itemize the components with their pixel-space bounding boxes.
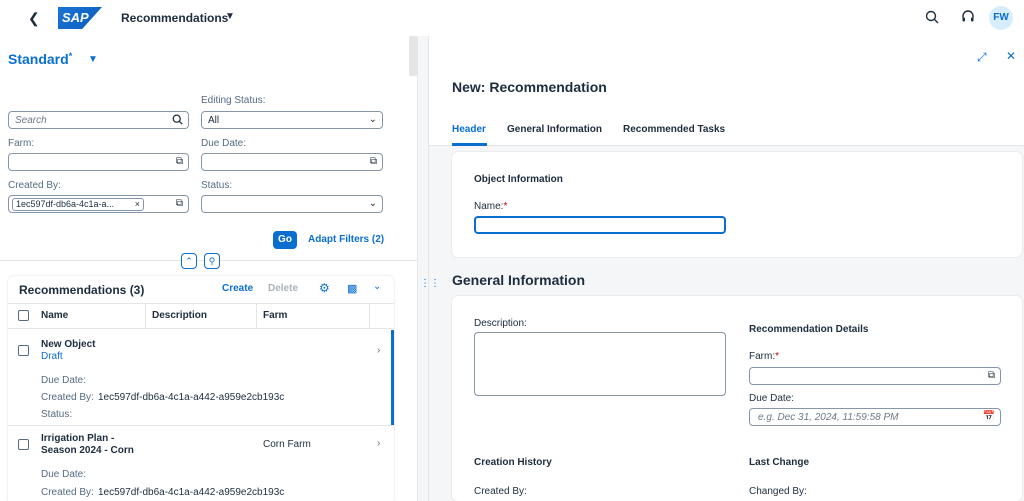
changed-by-label: Changed By:	[749, 486, 807, 497]
filter-token[interactable]: 1ec597df-db6a-4c1a-a... ×	[12, 198, 144, 211]
row-checkbox[interactable]	[18, 439, 29, 450]
help-headset-icon[interactable]	[960, 10, 976, 26]
column-header-farm[interactable]: Farm	[263, 310, 287, 321]
value-help-icon[interactable]: ⧉	[176, 198, 183, 209]
row-name-line1: Irrigation Plan -	[41, 433, 115, 444]
object-information-heading: Object Information	[474, 174, 563, 185]
object-information-card	[452, 152, 1022, 257]
page-title: New: Recommendation	[452, 79, 607, 95]
name-label: Name:*	[474, 201, 508, 212]
value-help-icon[interactable]: ⧉	[176, 156, 183, 167]
editing-status-select[interactable]: All ⌄	[201, 111, 383, 129]
due-date-label: Due Date:	[749, 393, 795, 404]
back-icon[interactable]: ❮	[28, 10, 44, 26]
row-due-date-label: Due Date:	[41, 469, 87, 480]
general-information-heading: General Information	[452, 272, 586, 288]
variant-selector[interactable]: Standard*	[8, 51, 72, 67]
adapt-filters-button[interactable]: Adapt Filters (2)	[308, 234, 384, 245]
farm-filter-input[interactable]: ⧉	[8, 153, 189, 171]
row-created-by-label: Created By:	[41, 487, 94, 498]
general-information-card	[452, 296, 1022, 501]
created-by-label: Created By:	[474, 486, 527, 497]
value-help-icon[interactable]: ⧉	[988, 370, 995, 381]
farm-filter-label: Farm:	[8, 138, 35, 149]
row-due-date-label: Due Date:	[41, 375, 87, 386]
tab-general-information[interactable]: General Information	[507, 124, 602, 135]
fullscreen-icon[interactable]: ⤢	[977, 50, 987, 65]
close-icon[interactable]: ✕	[1006, 49, 1016, 63]
row-navigation-icon[interactable]: ›	[377, 345, 380, 356]
tab-recommended-tasks[interactable]: Recommended Tasks	[623, 124, 725, 135]
row-created-by-label: Created By:	[41, 392, 94, 403]
row-created-by-value: 1ec597df-db6a-4c1a-a442-a959e2cb193c	[98, 392, 285, 403]
row-farm: Corn Farm	[263, 439, 311, 450]
go-button[interactable]: Go	[273, 231, 297, 249]
column-header-description[interactable]: Description	[152, 310, 207, 321]
recommendation-details-heading: Recommendation Details	[749, 324, 869, 335]
tab-active-indicator	[452, 143, 487, 146]
app-title[interactable]: Recommendations	[121, 11, 228, 25]
due-date-filter-label: Due Date:	[201, 138, 247, 149]
row-name: New Object	[41, 339, 96, 350]
chevron-down-icon[interactable]: ⌄	[373, 281, 381, 292]
creation-history-heading: Creation History	[474, 457, 552, 468]
description-label: Description:	[474, 318, 527, 329]
search-icon[interactable]	[924, 10, 940, 26]
due-date-filter-input[interactable]: ⧉	[201, 153, 383, 171]
select-all-checkbox[interactable]	[18, 310, 29, 321]
chevron-down-icon[interactable]: ⌄	[369, 114, 377, 125]
row-draft-status[interactable]: Draft	[41, 351, 63, 362]
tab-header[interactable]: Header	[452, 124, 486, 135]
search-input[interactable]: Search	[8, 111, 189, 129]
search-icon[interactable]	[172, 114, 183, 128]
table-title: Recommendations (3)	[19, 283, 145, 297]
create-button[interactable]: Create	[222, 283, 253, 294]
row-created-by-value: 1ec597df-db6a-4c1a-a442-a959e2cb193c	[98, 487, 285, 498]
chevron-down-icon[interactable]: ▼	[88, 54, 98, 65]
column-header-name[interactable]: Name	[41, 310, 68, 321]
delete-button[interactable]: Delete	[268, 283, 298, 294]
row-status-label: Status:	[41, 409, 73, 420]
due-date-picker[interactable]: e.g. Dec 31, 2024, 11:59:58 PM 📅	[749, 408, 1001, 426]
gear-icon[interactable]: ⚙	[319, 281, 330, 295]
collapse-icon[interactable]: ⌃	[181, 253, 197, 269]
chevron-down-icon[interactable]: ⌄	[369, 198, 377, 209]
pin-icon[interactable]: ⚲	[204, 253, 220, 269]
chevron-down-icon[interactable]: ▼	[225, 11, 235, 22]
row-name-line2: Season 2024 - Corn	[41, 445, 134, 456]
editing-status-label: Editing Status:	[201, 95, 266, 106]
column-divider	[145, 303, 146, 329]
avatar[interactable]: FW	[989, 6, 1013, 30]
description-textarea[interactable]	[474, 332, 726, 396]
last-change-heading: Last Change	[749, 457, 810, 468]
value-help-icon[interactable]: ⧉	[370, 156, 377, 167]
token-remove-icon[interactable]: ×	[135, 199, 140, 210]
created-by-filter-input[interactable]: 1ec597df-db6a-4c1a-a... × ⧉	[8, 195, 189, 213]
column-divider	[256, 303, 257, 329]
farm-input[interactable]: ⧉	[749, 367, 1001, 385]
created-by-filter-label: Created By:	[8, 180, 61, 191]
row-navigation-icon[interactable]: ›	[377, 438, 380, 449]
calendar-icon[interactable]: 📅	[983, 411, 995, 422]
pane-divider[interactable]	[417, 36, 429, 501]
status-filter-label: Status:	[201, 180, 233, 191]
column-divider	[369, 303, 370, 329]
drag-handle-icon[interactable]: ⋮⋮	[420, 278, 440, 289]
export-icon[interactable]: ▩	[347, 282, 357, 295]
row-checkbox[interactable]	[18, 345, 29, 356]
scrollbar[interactable]	[409, 36, 417, 76]
name-input[interactable]	[474, 216, 726, 234]
status-filter-select[interactable]: ⌄	[201, 195, 383, 213]
farm-label: Farm:*	[749, 351, 780, 362]
